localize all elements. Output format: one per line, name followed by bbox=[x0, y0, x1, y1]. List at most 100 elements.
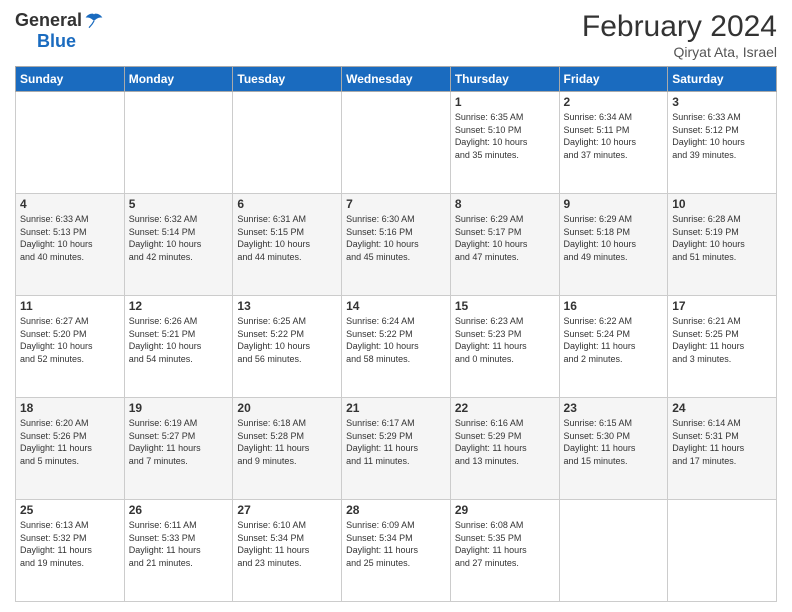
day-cell: 29 Sunrise: 6:08 AM Sunset: 5:35 PM Dayli… bbox=[450, 500, 559, 602]
day-number: 17 bbox=[672, 299, 772, 313]
day-info: Sunrise: 6:26 AM Sunset: 5:21 PM Dayligh… bbox=[129, 315, 229, 365]
day-cell bbox=[668, 500, 777, 602]
day-number: 5 bbox=[129, 197, 229, 211]
day-number: 16 bbox=[564, 299, 664, 313]
day-number: 2 bbox=[564, 95, 664, 109]
calendar-page: General Blue February 2024 Qiryat Ata, I… bbox=[0, 0, 792, 612]
day-cell bbox=[342, 92, 451, 194]
day-cell: 4 Sunrise: 6:33 AM Sunset: 5:13 PM Daylig… bbox=[16, 194, 125, 296]
day-info: Sunrise: 6:33 AM Sunset: 5:13 PM Dayligh… bbox=[20, 213, 120, 263]
day-info: Sunrise: 6:11 AM Sunset: 5:33 PM Dayligh… bbox=[129, 519, 229, 569]
day-info: Sunrise: 6:21 AM Sunset: 5:25 PM Dayligh… bbox=[672, 315, 772, 365]
day-cell bbox=[124, 92, 233, 194]
header: General Blue February 2024 Qiryat Ata, I… bbox=[15, 10, 777, 60]
day-number: 15 bbox=[455, 299, 555, 313]
day-number: 7 bbox=[346, 197, 446, 211]
logo-general-text: General bbox=[15, 10, 82, 31]
logo-blue-text: Blue bbox=[37, 31, 76, 52]
day-info: Sunrise: 6:32 AM Sunset: 5:14 PM Dayligh… bbox=[129, 213, 229, 263]
day-number: 27 bbox=[237, 503, 337, 517]
day-number: 26 bbox=[129, 503, 229, 517]
day-cell: 26 Sunrise: 6:11 AM Sunset: 5:33 PM Dayli… bbox=[124, 500, 233, 602]
day-info: Sunrise: 6:31 AM Sunset: 5:15 PM Dayligh… bbox=[237, 213, 337, 263]
day-info: Sunrise: 6:14 AM Sunset: 5:31 PM Dayligh… bbox=[672, 417, 772, 467]
day-info: Sunrise: 6:29 AM Sunset: 5:18 PM Dayligh… bbox=[564, 213, 664, 263]
day-cell: 3 Sunrise: 6:33 AM Sunset: 5:12 PM Daylig… bbox=[668, 92, 777, 194]
day-info: Sunrise: 6:25 AM Sunset: 5:22 PM Dayligh… bbox=[237, 315, 337, 365]
day-number: 1 bbox=[455, 95, 555, 109]
day-cell: 21 Sunrise: 6:17 AM Sunset: 5:29 PM Dayli… bbox=[342, 398, 451, 500]
day-cell: 5 Sunrise: 6:32 AM Sunset: 5:14 PM Daylig… bbox=[124, 194, 233, 296]
day-number: 11 bbox=[20, 299, 120, 313]
weekday-header-tuesday: Tuesday bbox=[233, 67, 342, 92]
day-cell: 2 Sunrise: 6:34 AM Sunset: 5:11 PM Daylig… bbox=[559, 92, 668, 194]
day-info: Sunrise: 6:23 AM Sunset: 5:23 PM Dayligh… bbox=[455, 315, 555, 365]
day-number: 23 bbox=[564, 401, 664, 415]
week-row-4: 18Sunrise: 6:20 AM Sunset: 5:26 PM Dayli… bbox=[16, 398, 777, 500]
day-cell: 19 Sunrise: 6:19 AM Sunset: 5:27 PM Dayli… bbox=[124, 398, 233, 500]
weekday-header-sunday: Sunday bbox=[16, 67, 125, 92]
month-title: February 2024 bbox=[582, 10, 777, 44]
day-number: 14 bbox=[346, 299, 446, 313]
day-info: Sunrise: 6:22 AM Sunset: 5:24 PM Dayligh… bbox=[564, 315, 664, 365]
day-cell: 28Sunrise: 6:09 AM Sunset: 5:34 PM Dayli… bbox=[342, 500, 451, 602]
day-number: 25 bbox=[20, 503, 120, 517]
day-cell: 13 Sunrise: 6:25 AM Sunset: 5:22 PM Dayli… bbox=[233, 296, 342, 398]
day-info: Sunrise: 6:09 AM Sunset: 5:34 PM Dayligh… bbox=[346, 519, 446, 569]
day-cell bbox=[16, 92, 125, 194]
logo: General Blue bbox=[15, 10, 104, 52]
day-number: 19 bbox=[129, 401, 229, 415]
day-number: 12 bbox=[129, 299, 229, 313]
day-number: 13 bbox=[237, 299, 337, 313]
day-number: 21 bbox=[346, 401, 446, 415]
day-number: 6 bbox=[237, 197, 337, 211]
day-cell: 10Sunrise: 6:28 AM Sunset: 5:19 PM Dayli… bbox=[668, 194, 777, 296]
header-row: SundayMondayTuesdayWednesdayThursdayFrid… bbox=[16, 67, 777, 92]
subtitle: Qiryat Ata, Israel bbox=[582, 44, 777, 60]
weekday-header-friday: Friday bbox=[559, 67, 668, 92]
weekday-header-saturday: Saturday bbox=[668, 67, 777, 92]
day-cell: 18Sunrise: 6:20 AM Sunset: 5:26 PM Dayli… bbox=[16, 398, 125, 500]
day-cell: 20 Sunrise: 6:18 AM Sunset: 5:28 PM Dayli… bbox=[233, 398, 342, 500]
day-info: Sunrise: 6:33 AM Sunset: 5:12 PM Dayligh… bbox=[672, 111, 772, 161]
day-info: Sunrise: 6:15 AM Sunset: 5:30 PM Dayligh… bbox=[564, 417, 664, 467]
day-info: Sunrise: 6:08 AM Sunset: 5:35 PM Dayligh… bbox=[455, 519, 555, 569]
day-info: Sunrise: 6:35 AM Sunset: 5:10 PM Dayligh… bbox=[455, 111, 555, 161]
day-info: Sunrise: 6:17 AM Sunset: 5:29 PM Dayligh… bbox=[346, 417, 446, 467]
day-cell: 8 Sunrise: 6:29 AM Sunset: 5:17 PM Daylig… bbox=[450, 194, 559, 296]
day-number: 9 bbox=[564, 197, 664, 211]
day-number: 4 bbox=[20, 197, 120, 211]
day-cell: 27Sunrise: 6:10 AM Sunset: 5:34 PM Dayli… bbox=[233, 500, 342, 602]
day-number: 20 bbox=[237, 401, 337, 415]
day-cell: 7 Sunrise: 6:30 AM Sunset: 5:16 PM Daylig… bbox=[342, 194, 451, 296]
day-cell: 23 Sunrise: 6:15 AM Sunset: 5:30 PM Dayli… bbox=[559, 398, 668, 500]
day-info: Sunrise: 6:28 AM Sunset: 5:19 PM Dayligh… bbox=[672, 213, 772, 263]
day-number: 29 bbox=[455, 503, 555, 517]
day-cell: 1 Sunrise: 6:35 AM Sunset: 5:10 PM Daylig… bbox=[450, 92, 559, 194]
day-number: 3 bbox=[672, 95, 772, 109]
day-info: Sunrise: 6:19 AM Sunset: 5:27 PM Dayligh… bbox=[129, 417, 229, 467]
day-cell: 6 Sunrise: 6:31 AM Sunset: 5:15 PM Daylig… bbox=[233, 194, 342, 296]
day-cell bbox=[233, 92, 342, 194]
week-row-3: 11 Sunrise: 6:27 AM Sunset: 5:20 PM Dayli… bbox=[16, 296, 777, 398]
calendar-table: SundayMondayTuesdayWednesdayThursdayFrid… bbox=[15, 66, 777, 602]
day-info: Sunrise: 6:27 AM Sunset: 5:20 PM Dayligh… bbox=[20, 315, 120, 365]
day-cell: 22Sunrise: 6:16 AM Sunset: 5:29 PM Dayli… bbox=[450, 398, 559, 500]
day-number: 24 bbox=[672, 401, 772, 415]
day-info: Sunrise: 6:24 AM Sunset: 5:22 PM Dayligh… bbox=[346, 315, 446, 365]
day-info: Sunrise: 6:20 AM Sunset: 5:26 PM Dayligh… bbox=[20, 417, 120, 467]
day-cell: 25Sunrise: 6:13 AM Sunset: 5:32 PM Dayli… bbox=[16, 500, 125, 602]
day-info: Sunrise: 6:29 AM Sunset: 5:17 PM Dayligh… bbox=[455, 213, 555, 263]
day-info: Sunrise: 6:30 AM Sunset: 5:16 PM Dayligh… bbox=[346, 213, 446, 263]
day-cell: 9 Sunrise: 6:29 AM Sunset: 5:18 PM Daylig… bbox=[559, 194, 668, 296]
day-cell: 17 Sunrise: 6:21 AM Sunset: 5:25 PM Dayli… bbox=[668, 296, 777, 398]
weekday-header-wednesday: Wednesday bbox=[342, 67, 451, 92]
day-number: 8 bbox=[455, 197, 555, 211]
day-info: Sunrise: 6:34 AM Sunset: 5:11 PM Dayligh… bbox=[564, 111, 664, 161]
logo-bird-icon bbox=[84, 11, 104, 31]
day-info: Sunrise: 6:18 AM Sunset: 5:28 PM Dayligh… bbox=[237, 417, 337, 467]
weekday-header-monday: Monday bbox=[124, 67, 233, 92]
logo-text: General bbox=[15, 10, 104, 31]
day-cell: 15 Sunrise: 6:23 AM Sunset: 5:23 PM Dayli… bbox=[450, 296, 559, 398]
day-cell: 11 Sunrise: 6:27 AM Sunset: 5:20 PM Dayli… bbox=[16, 296, 125, 398]
